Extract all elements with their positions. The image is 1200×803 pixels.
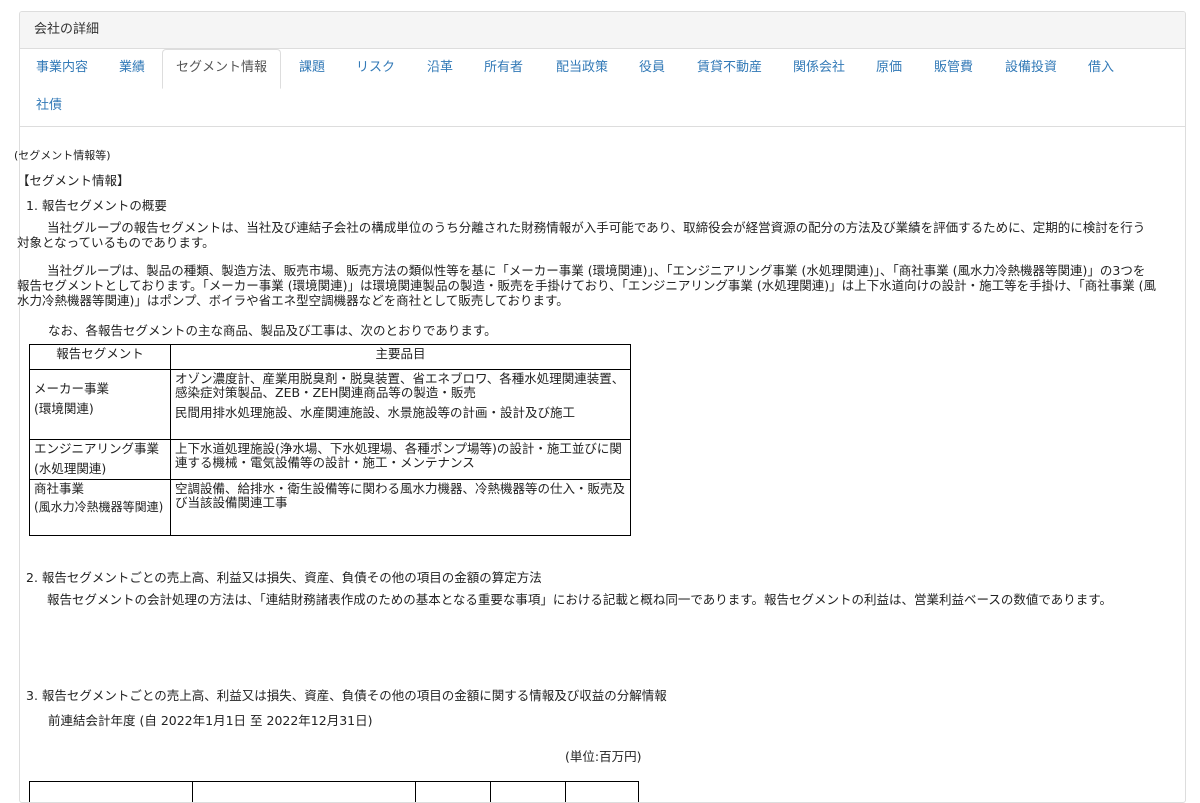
tab-risk[interactable]: リスク bbox=[356, 50, 395, 86]
panel-title: 会社の詳細 bbox=[20, 12, 1185, 49]
tab-performance[interactable]: 業績 bbox=[119, 50, 145, 86]
segment-name: エンジニアリング事業 bbox=[34, 441, 160, 456]
segment-name-cell: メーカー事業 (環境関連) bbox=[29, 369, 171, 440]
tab-capex[interactable]: 設備投資 bbox=[1005, 50, 1057, 86]
items-cell: 上下水道処理施設(浄水場、下水処理場、各種ポンプ場等)の設計・施工並びに関連する… bbox=[170, 439, 631, 480]
items-cell: 空調設備、給排水・衛生設備等に関わる風水力機器、冷熱機器等の仕入・販売及び当該設… bbox=[170, 479, 631, 536]
table-header-items: 主要品目 bbox=[170, 344, 631, 370]
table-row: メーカー事業 (環境関連) オゾン濃度計、産業用脱臭剤・脱臭装置、省エネブロワ、… bbox=[29, 369, 631, 440]
tab-business[interactable]: 事業内容 bbox=[36, 50, 88, 86]
table-column-divider bbox=[415, 782, 416, 802]
tab-issues[interactable]: 課題 bbox=[299, 50, 325, 86]
tab-rental-property[interactable]: 賃貸不動産 bbox=[697, 50, 762, 86]
segment-name: 商社事業 bbox=[34, 481, 85, 496]
s3-unit: (単位:百万円) bbox=[565, 749, 642, 764]
s1-paragraph-2: 当社グループは、製品の種類、製造方法、販売市場、販売方法の類似性等を基に「メーカ… bbox=[17, 263, 1157, 308]
tab-cost[interactable]: 原価 bbox=[876, 50, 902, 86]
s1-title: 1. 報告セグメントの概要 bbox=[26, 198, 167, 213]
tab-bonds[interactable]: 社債 bbox=[36, 88, 62, 124]
s1-paragraph-3: なお、各報告セグメントの主な商品、製品及び工事は、次のとおりであります。 bbox=[48, 323, 497, 338]
tab-bar: 事業内容 業績 セグメント情報 課題 リスク 沿革 所有者 配当政策 役員 賃貸… bbox=[20, 49, 1185, 127]
items-cell: オゾン濃度計、産業用脱臭剤・脱臭装置、省エネブロワ、各種水処理関連装置、感染症対… bbox=[170, 369, 631, 440]
s3-title: 3. 報告セグメントごとの売上高、利益又は損失、資産、負債その他の項目の金額に関… bbox=[26, 688, 667, 703]
tab-owners[interactable]: 所有者 bbox=[484, 50, 523, 86]
table-header-segment: 報告セグメント bbox=[29, 344, 171, 370]
segment-financial-table bbox=[29, 781, 639, 802]
s3-period: 前連結会計年度 (自 2022年1月1日 至 2022年12月31日) bbox=[48, 713, 373, 728]
table-row: 商社事業 (風水力冷熱機器等関連) 空調設備、給排水・衛生設備等に関わる風水力機… bbox=[29, 479, 631, 536]
segment-table: 報告セグメント 主要品目 メーカー事業 (環境関連) オゾン濃度計、産業用脱臭剤… bbox=[29, 344, 631, 536]
items-text: 空調設備、給排水・衛生設備等に関わる風水力機器、冷熱機器等の仕入・販売及び当該設… bbox=[175, 481, 626, 510]
segment-name: メーカー事業 bbox=[34, 381, 110, 396]
table-column-divider bbox=[490, 782, 491, 802]
segment-name-cell: エンジニアリング事業 (水処理関連) bbox=[29, 439, 171, 480]
table-column-divider bbox=[192, 782, 193, 802]
segment-subname: (環境関連) bbox=[34, 401, 94, 416]
table-row: エンジニアリング事業 (水処理関連) 上下水道処理施設(浄水場、下水処理場、各種… bbox=[29, 439, 631, 480]
tab-history[interactable]: 沿革 bbox=[427, 50, 453, 86]
tab-dividend[interactable]: 配当政策 bbox=[556, 50, 608, 86]
section-caption: (セグメント情報等) bbox=[14, 149, 111, 162]
s2-title: 2. 報告セグメントごとの売上高、利益又は損失、資産、負債その他の項目の金額の算… bbox=[26, 570, 542, 585]
tab-sga[interactable]: 販管費 bbox=[934, 50, 973, 86]
items-text: オゾン濃度計、産業用脱臭剤・脱臭装置、省エネブロワ、各種水処理関連装置、感染症対… bbox=[175, 371, 625, 400]
tab-officers[interactable]: 役員 bbox=[639, 50, 665, 86]
tab-borrowings[interactable]: 借入 bbox=[1088, 50, 1114, 86]
s1-paragraph-1: 当社グループの報告セグメントは、当社及び連結子会社の構成単位のうち分離された財務… bbox=[17, 220, 1146, 250]
section-heading: 【セグメント情報】 bbox=[17, 173, 130, 188]
segment-subname: (水処理関連) bbox=[34, 461, 107, 476]
items-text: 上下水道処理施設(浄水場、下水処理場、各種ポンプ場等)の設計・施工並びに関連する… bbox=[175, 441, 622, 470]
s2-paragraph: 報告セグメントの会計処理の方法は、「連結財務諸表作成のための基本となる重要な事項… bbox=[47, 592, 1113, 607]
segment-subname: (風水力冷熱機器等関連) bbox=[34, 500, 164, 514]
segment-name-cell: 商社事業 (風水力冷熱機器等関連) bbox=[29, 479, 171, 536]
tab-affiliates[interactable]: 関係会社 bbox=[793, 50, 845, 86]
tab-segment[interactable]: セグメント情報 bbox=[162, 49, 282, 89]
items-text-2: 民間用排水処理施設、水産関連施設、水景施設等の計画・設計及び施工 bbox=[175, 405, 576, 420]
table-column-divider bbox=[565, 782, 566, 802]
